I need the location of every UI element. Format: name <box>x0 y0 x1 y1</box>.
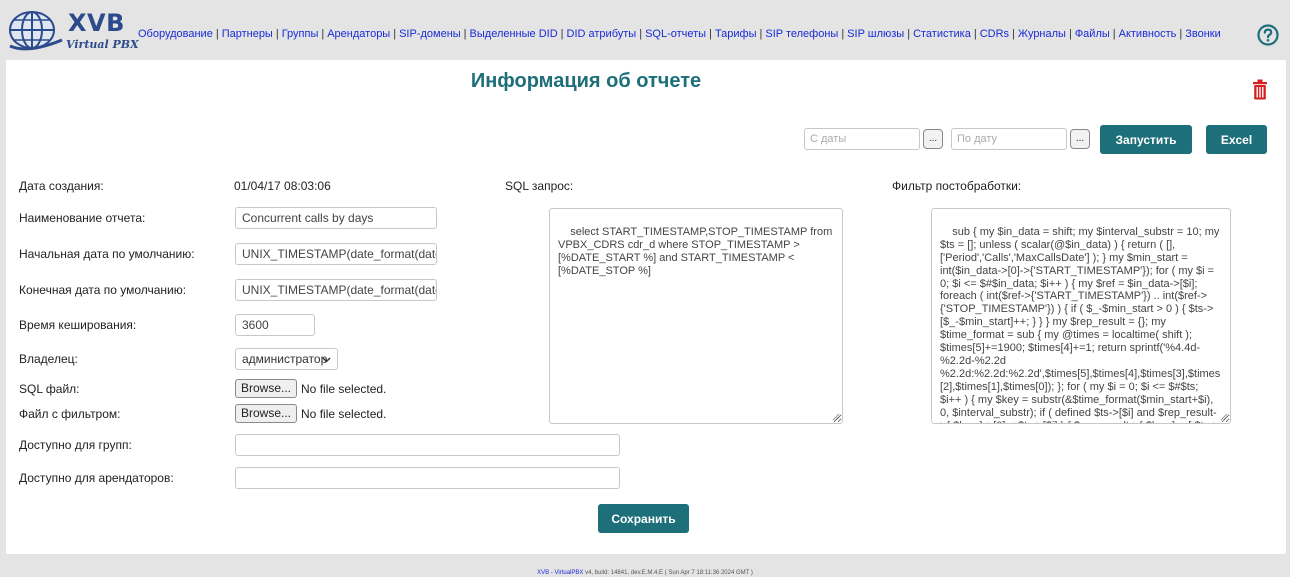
sql-query-text: select START_TIMESTAMP,STOP_TIMESTAMP fr… <box>558 225 836 277</box>
date-from-input[interactable] <box>804 128 920 150</box>
help-circle-icon[interactable] <box>1257 24 1279 46</box>
top-header: XVB Virtual PBX Оборудование | Партнеры | Гр… <box>0 0 1290 60</box>
postfilter-textarea[interactable]: sub { my $in_data = shift; my $interval_… <box>931 208 1231 424</box>
nav-item-activity[interactable]: Активность <box>1119 28 1177 40</box>
filter-file-browse-button[interactable]: Browse... <box>235 404 298 423</box>
sql-file-status: No file selected. <box>301 381 387 396</box>
start-date-label: Начальная дата по умолчанию: <box>19 247 195 261</box>
sql-query-label: SQL запрос: <box>505 179 574 193</box>
owner-label: Владелец: <box>19 352 78 366</box>
nav-item-groups[interactable]: Группы <box>282 28 319 40</box>
tenants-access-label: Доступно для арендаторов: <box>19 471 174 485</box>
filter-file-status: No file selected. <box>301 406 387 421</box>
sql-file-label: SQL файл: <box>19 382 80 396</box>
cache-time-label: Время кеширования: <box>19 318 137 332</box>
page-title: Информация об отчете <box>470 70 702 92</box>
nav-item-did-attributes[interactable]: DID атрибуты <box>567 28 637 40</box>
resize-grip-icon[interactable] <box>832 413 840 421</box>
nav-item-logs[interactable]: Журналы <box>1018 28 1066 40</box>
tenants-access-input[interactable] <box>235 467 620 489</box>
nav-item-sip-gateways[interactable]: SIP шлюзы <box>847 28 904 40</box>
nav-item-sip-domains[interactable]: SIP-домены <box>399 28 461 40</box>
footer: XVB - VirtualPBX v4, build: 14841, dev.E… <box>0 570 1290 576</box>
date-to-input[interactable] <box>951 128 1067 150</box>
nav-item-equipment[interactable]: Оборудование <box>138 28 213 40</box>
postfilter-text: sub { my $in_data = shift; my $interval_… <box>940 225 1221 423</box>
nav-item-partners[interactable]: Партнеры <box>222 28 273 40</box>
logo[interactable]: XVB Virtual PBX <box>8 8 139 56</box>
sql-file-upload: Browse... No file selected. <box>235 379 386 399</box>
report-name-label: Наименование отчета: <box>19 211 146 225</box>
nav-item-sql-reports[interactable]: SQL-отчеты <box>645 28 706 40</box>
report-name-input[interactable]: Concurrent calls by days <box>235 207 437 229</box>
main-navigation: Оборудование | Партнеры | Группы | Арендаторы |… <box>138 28 1221 40</box>
run-button[interactable]: Запустить <box>1100 125 1192 154</box>
date-to-picker-button[interactable]: ... <box>1070 129 1090 149</box>
nav-item-files[interactable]: Файлы <box>1075 28 1110 40</box>
cache-time-input[interactable]: 3600 <box>235 314 315 336</box>
logo-subtitle: Virtual PBX <box>66 38 139 51</box>
created-value: 01/04/17 08:03:06 <box>234 179 331 193</box>
save-button[interactable]: Сохранить <box>598 504 689 533</box>
nav-item-tenants[interactable]: Арендаторы <box>327 28 390 40</box>
chevron-down-icon <box>322 357 331 363</box>
report-panel: Информация об отчете ... ... Запустить E… <box>6 60 1286 554</box>
end-date-input[interactable]: UNIX_TIMESTAMP(date_format(date_s <box>235 279 437 301</box>
globe-logo-icon <box>9 11 63 51</box>
excel-export-button[interactable]: Excel <box>1206 125 1267 154</box>
filter-file-upload: Browse... No file selected. <box>235 404 386 424</box>
nav-item-statistics[interactable]: Статистика <box>913 28 971 40</box>
groups-access-label: Доступно для групп: <box>19 438 132 452</box>
nav-item-sip-phones[interactable]: SIP телефоны <box>765 28 838 40</box>
filter-file-label: Файл с фильтром: <box>19 407 121 421</box>
owner-select[interactable]: администратор <box>235 348 338 370</box>
nav-item-cdrs[interactable]: CDRs <box>980 28 1009 40</box>
nav-item-tariffs[interactable]: Тарифы <box>715 28 757 40</box>
owner-select-value: администратор <box>242 352 328 366</box>
logo-title: XVB <box>68 9 125 37</box>
groups-access-input[interactable] <box>235 434 620 456</box>
footer-build-info: v4, build: 14841, dev.E.M.4.E ( Sun Apr … <box>583 570 753 576</box>
nav-item-calls[interactable]: Звонки <box>1185 28 1221 40</box>
date-from-picker-button[interactable]: ... <box>923 129 943 149</box>
postfilter-label: Фильтр постобработки: <box>892 179 1022 193</box>
nav-item-dedicated-did[interactable]: Выделенные DID <box>470 28 558 40</box>
sql-query-textarea[interactable]: select START_TIMESTAMP,STOP_TIMESTAMP fr… <box>549 208 843 424</box>
sql-file-browse-button[interactable]: Browse... <box>235 379 298 398</box>
start-date-input[interactable]: UNIX_TIMESTAMP(date_format(date_s <box>235 243 437 265</box>
resize-grip-icon[interactable] <box>1220 413 1228 421</box>
created-label: Дата создания: <box>19 179 104 193</box>
trash-icon[interactable] <box>1252 79 1268 100</box>
end-date-label: Конечная дата по умолчанию: <box>19 283 187 297</box>
footer-link[interactable]: XVB - VirtualPBX <box>537 570 583 576</box>
